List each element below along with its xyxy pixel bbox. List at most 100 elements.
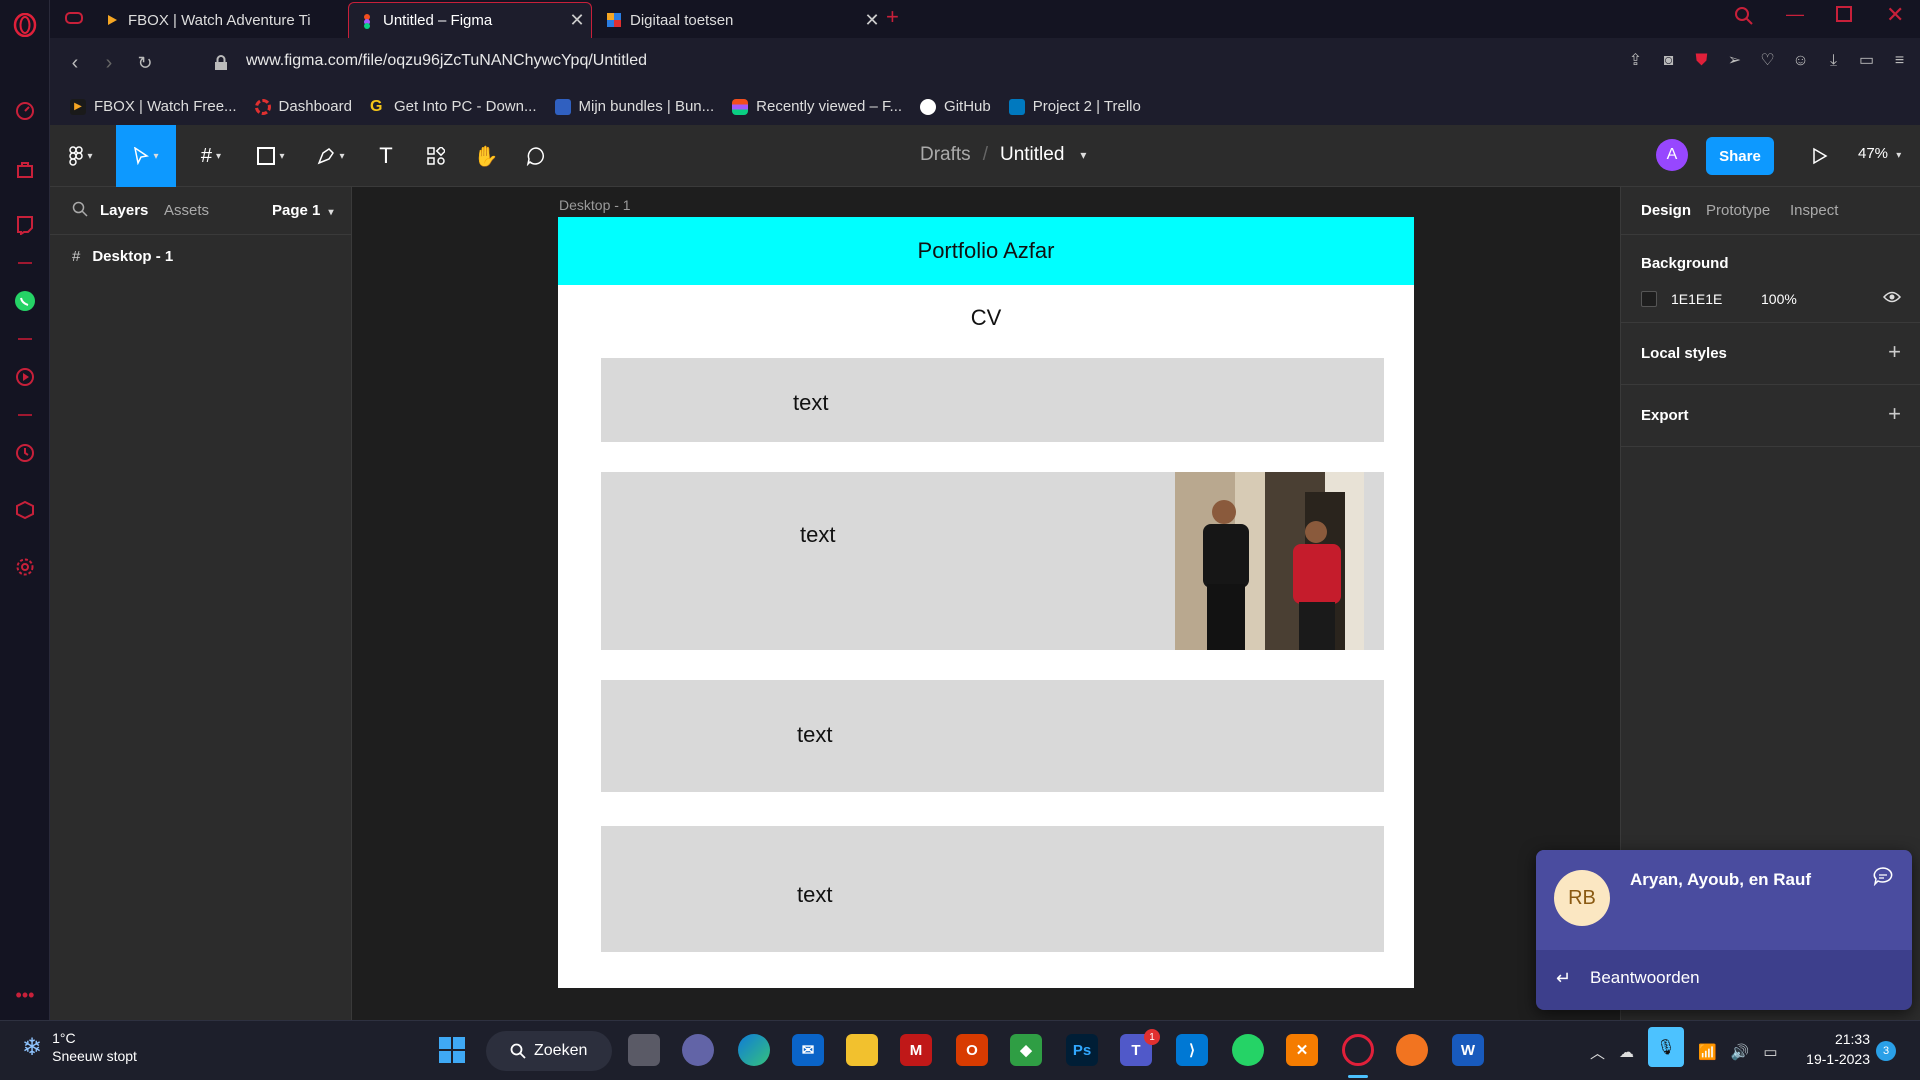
file-name[interactable]: Untitled xyxy=(1000,144,1064,166)
tab-layers[interactable]: Layers xyxy=(100,202,148,219)
bookmark-fbox[interactable]: ▶ FBOX | Watch Free... xyxy=(70,98,237,115)
volume-icon[interactable]: 🔊 xyxy=(1731,1043,1750,1061)
vscode-icon[interactable]: ⟩ xyxy=(1176,1034,1208,1066)
bookmark-figma-recent[interactable]: Recently viewed – F... xyxy=(732,98,902,115)
shopping-bag-icon[interactable] xyxy=(12,156,38,182)
send-icon[interactable]: ➢ xyxy=(1724,50,1745,71)
whatsapp-icon[interactable] xyxy=(1232,1034,1264,1066)
tab-design[interactable]: Design xyxy=(1641,202,1691,219)
add-style-plus-icon[interactable]: + xyxy=(1888,339,1901,365)
text-box-1[interactable]: text xyxy=(601,358,1384,442)
hand-tool-button[interactable]: ✋ xyxy=(464,125,508,187)
teams-chat-icon[interactable] xyxy=(682,1034,714,1066)
close-window-icon[interactable]: ✕ xyxy=(1886,2,1904,28)
frame-cv-heading[interactable]: CV xyxy=(558,305,1414,331)
present-play-icon[interactable] xyxy=(1806,143,1832,169)
download-icon[interactable]: ⤓ xyxy=(1823,50,1844,71)
text-box-4[interactable]: text xyxy=(601,826,1384,952)
notification-count-badge[interactable]: 3 xyxy=(1876,1041,1896,1061)
share-page-icon[interactable]: ⇪ xyxy=(1625,50,1646,71)
page-selector[interactable]: Page 1 ▾ xyxy=(272,202,334,219)
pen-tool-button[interactable]: ▾ xyxy=(306,125,356,187)
opera-icon[interactable] xyxy=(1342,1034,1374,1066)
resources-button[interactable] xyxy=(414,125,458,187)
clock[interactable]: 21:33 19-1-2023 xyxy=(1800,1029,1870,1069)
edge-icon[interactable] xyxy=(738,1034,770,1066)
frame-tool-button[interactable]: # ▾ xyxy=(186,125,236,187)
maximize-icon[interactable] xyxy=(1836,6,1852,22)
lock-icon[interactable] xyxy=(208,50,234,76)
minimize-icon[interactable]: — xyxy=(1786,4,1804,25)
task-view-icon[interactable] xyxy=(628,1034,660,1066)
share-button[interactable]: Share xyxy=(1706,137,1774,175)
search-icon[interactable] xyxy=(72,201,88,222)
tab-assets[interactable]: Assets xyxy=(164,202,209,219)
player-icon[interactable] xyxy=(12,364,38,390)
whatsapp-icon[interactable] xyxy=(12,288,38,314)
photoshop-icon[interactable]: Ps xyxy=(1066,1034,1098,1066)
twitch-icon[interactable] xyxy=(12,212,38,238)
mcafee-icon[interactable]: M xyxy=(900,1034,932,1066)
breadcrumb-drafts[interactable]: Drafts xyxy=(920,144,971,166)
canvas[interactable]: Desktop - 1 Portfolio Azfar CV text text xyxy=(352,187,1620,1020)
text-box-2[interactable]: text xyxy=(601,472,1384,650)
xampp-icon[interactable]: ✕ xyxy=(1286,1034,1318,1066)
profile-icon[interactable]: ☺ xyxy=(1790,50,1811,71)
bookmark-github[interactable]: GitHub xyxy=(920,98,991,115)
tab-inspect[interactable]: Inspect xyxy=(1790,202,1838,219)
close-icon[interactable]: ✕ xyxy=(563,10,591,31)
weather-widget[interactable]: ❄ 1°C Sneeuw stopt xyxy=(22,1029,137,1065)
tab-digitaal-toetsen[interactable]: Digitaal toetsen ✕ xyxy=(596,2,886,38)
bookmark-trello[interactable]: Project 2 | Trello xyxy=(1008,98,1141,115)
opera-logo-icon[interactable] xyxy=(12,12,38,38)
battery-icon[interactable]: ▭ xyxy=(1763,1043,1777,1061)
layer-item-desktop-1[interactable]: # Desktop - 1 xyxy=(50,241,352,271)
extensions-cube-icon[interactable] xyxy=(12,497,38,523)
back-icon[interactable]: ‹ xyxy=(62,50,88,76)
tab-prototype[interactable]: Prototype xyxy=(1706,202,1770,219)
move-tool-button[interactable]: ▾ xyxy=(116,125,176,187)
bookmark-bundles[interactable]: Mijn bundles | Bun... xyxy=(554,98,714,115)
battery-saver-icon[interactable]: ▭ xyxy=(1856,50,1877,71)
office-icon[interactable]: O xyxy=(956,1034,988,1066)
text-box-3[interactable]: text xyxy=(601,680,1384,792)
taskbar-search[interactable]: Zoeken xyxy=(486,1031,612,1071)
forward-icon[interactable]: › xyxy=(96,50,122,76)
tab-figma[interactable]: Untitled – Figma ✕ xyxy=(348,2,592,38)
fl-studio-icon[interactable] xyxy=(1396,1034,1428,1066)
windows-start-icon[interactable] xyxy=(436,1034,468,1066)
more-options-icon[interactable]: ••• xyxy=(12,982,38,1008)
chevron-up-icon[interactable]: ︿ xyxy=(1590,1042,1605,1063)
user-avatar[interactable]: A xyxy=(1656,139,1688,171)
file-explorer-icon[interactable] xyxy=(846,1034,878,1066)
chevron-down-icon[interactable]: ▾ xyxy=(1080,148,1086,162)
snapshot-camera-icon[interactable]: ◙ xyxy=(1658,50,1679,71)
background-hex-input[interactable]: 1E1E1E xyxy=(1671,291,1722,307)
wifi-icon[interactable]: 📶 xyxy=(1698,1043,1717,1061)
git-app-icon[interactable]: ◆ xyxy=(1010,1034,1042,1066)
main-menu-button[interactable]: ▾ xyxy=(56,125,106,187)
workspace-icon[interactable] xyxy=(64,8,84,33)
reload-icon[interactable]: ↻ xyxy=(132,50,158,76)
new-tab-plus-icon[interactable]: + xyxy=(886,4,899,30)
chat-bubble-icon[interactable] xyxy=(1872,866,1894,891)
settings-gear-icon[interactable] xyxy=(12,554,38,580)
shape-tool-button[interactable]: ▾ xyxy=(246,125,296,187)
easy-setup-icon[interactable]: ≡ xyxy=(1889,50,1910,71)
zoom-dropdown[interactable]: 47% ▾ xyxy=(1858,145,1901,162)
bookmark-getintopc[interactable]: G Get Into PC - Down... xyxy=(370,98,537,115)
search-tabs-icon[interactable] xyxy=(1734,6,1754,31)
word-icon[interactable]: W xyxy=(1452,1034,1484,1066)
onedrive-cloud-icon[interactable]: ☁ xyxy=(1619,1043,1634,1061)
adblock-shield-icon[interactable]: ⛊ xyxy=(1691,50,1712,71)
heart-icon[interactable]: ♡ xyxy=(1757,50,1778,71)
bookmark-dashboard[interactable]: Dashboard xyxy=(254,98,352,115)
speed-dial-icon[interactable] xyxy=(12,98,38,124)
portrait-photo-image[interactable] xyxy=(1175,472,1364,650)
add-export-plus-icon[interactable]: + xyxy=(1888,401,1901,427)
history-icon[interactable] xyxy=(12,440,38,466)
teams-notification-toast[interactable]: RB Aryan, Ayoub, en Rauf ↵ Beantwoorden xyxy=(1536,850,1912,1010)
frame-desktop-1[interactable]: Portfolio Azfar CV text text text text xyxy=(558,217,1414,988)
mail-icon[interactable]: ✉ xyxy=(792,1034,824,1066)
text-tool-button[interactable]: T xyxy=(364,125,408,187)
